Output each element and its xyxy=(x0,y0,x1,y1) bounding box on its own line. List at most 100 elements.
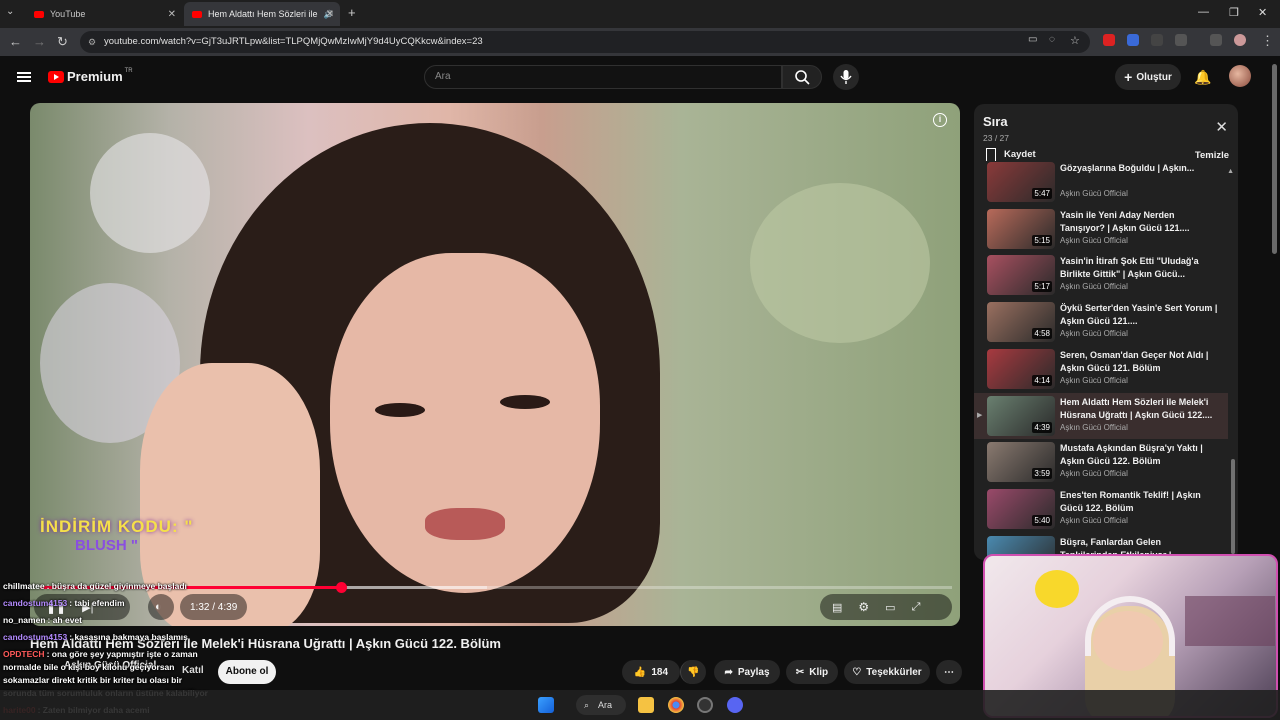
discord-icon[interactable] xyxy=(727,697,743,713)
queue-item[interactable]: 5:47 Gözyaşlarına Boğuldu | Aşkın... Aşkın… xyxy=(974,159,1228,205)
extensions-puzzle-icon[interactable] xyxy=(1175,34,1187,46)
queue-item[interactable]: 5:17 Yasin'in İtirafı Şok Etti "Uludağ'a … xyxy=(974,252,1228,298)
info-icon[interactable]: i xyxy=(933,113,947,127)
site-info-icon[interactable]: ⚙ xyxy=(88,31,96,53)
search-icon: ⌕ xyxy=(584,700,590,710)
queue-item[interactable]: 5:15 Yasin ile Yeni Aday Nerden Tanışıyor… xyxy=(974,206,1228,252)
queue-item[interactable]: 5:40 Enes'ten Romantik Teklif! | Aşkın Gü… xyxy=(974,486,1228,532)
queue-item[interactable]: 3:59 Mustafa Aşkından Büşra'yı Yaktı | Aş… xyxy=(974,439,1228,485)
thumbs-up-icon: 👍 xyxy=(633,666,647,678)
tab-youtube[interactable]: YouTube ✕ xyxy=(26,2,182,26)
restore-icon[interactable]: ❐ xyxy=(1229,6,1239,19)
like-button[interactable]: 👍 184 xyxy=(622,660,680,684)
queue-scrollbar[interactable] xyxy=(1231,459,1235,554)
windows-start-icon[interactable] xyxy=(538,697,554,713)
scrubber-handle[interactable] xyxy=(335,582,347,593)
queue-thumbnail[interactable]: 5:17 xyxy=(987,255,1055,296)
extension-ublock-icon[interactable] xyxy=(1151,34,1163,46)
minimize-icon[interactable]: — xyxy=(1198,6,1209,18)
tab-video[interactable]: Hem Aldattı Hem Sözleri ile 🔊 ✕ xyxy=(184,2,340,26)
forward-icon[interactable]: → xyxy=(33,34,46,49)
taskbar-search[interactable]: ⌕ Ara xyxy=(576,695,626,715)
queue-thumbnail[interactable]: 5:15 xyxy=(987,208,1055,249)
queue-item-title: Seren, Osman'dan Geçer Not Aldı | Aşkın … xyxy=(1060,349,1209,373)
obs-icon[interactable] xyxy=(697,697,713,713)
youtube-play-logo-icon xyxy=(48,70,64,83)
profile-avatar-icon[interactable] xyxy=(1234,34,1246,46)
notifications-bell-icon[interactable]: 🔔 xyxy=(1194,69,1211,86)
queue-item-title: Mustafa Aşkından Büşra'yı Yaktı | Aşkın … xyxy=(1060,443,1203,467)
create-button[interactable]: + Oluştur xyxy=(1115,64,1181,90)
cast-icon[interactable]: ▭ xyxy=(1028,34,1037,45)
account-avatar[interactable] xyxy=(1229,65,1251,87)
address-bar[interactable]: ⚙ youtube.com/watch?v=GjT3uJRTLpw&list=T… xyxy=(80,31,1090,53)
page-scrollbar[interactable] xyxy=(1272,64,1277,254)
background-foliage xyxy=(750,183,930,343)
menu-icon[interactable] xyxy=(17,72,31,82)
url-text: youtube.com/watch?v=GjT3uJRTLpw&list=TLP… xyxy=(104,36,483,47)
browser-menu-icon[interactable]: ⋮ xyxy=(1261,33,1274,49)
share-label: Paylaş xyxy=(737,666,770,678)
tab-label: Hem Aldattı Hem Sözleri ile xyxy=(208,9,318,19)
file-explorer-icon[interactable] xyxy=(638,697,654,713)
extension-record-icon[interactable] xyxy=(1103,34,1115,46)
new-tab-icon[interactable]: + xyxy=(348,5,356,20)
queue-list: 5:47 Gözyaşlarına Boğuldu | Aşkın... Aşkın… xyxy=(974,162,1238,560)
search-input[interactable]: Ara xyxy=(424,65,782,89)
close-tab-icon[interactable]: ✕ xyxy=(168,9,176,20)
queue-item-title: Yasin'in İtirafı Şok Etti "Uludağ'a Birl… xyxy=(1060,256,1199,280)
reading-list-icon[interactable] xyxy=(1210,34,1222,46)
close-window-icon[interactable]: ✕ xyxy=(1258,6,1267,19)
theater-mode-icon[interactable]: ▭ xyxy=(885,601,895,614)
queue-thumbnail[interactable]: 4:39 xyxy=(987,395,1055,436)
settings-gear-icon[interactable]: ⚙ xyxy=(858,600,869,614)
search-button[interactable] xyxy=(782,65,822,89)
fullscreen-icon[interactable]: ⤢ xyxy=(912,601,921,614)
video-person-eye xyxy=(500,395,550,409)
queue-item[interactable]: ▶ 4:39 Hem Aldattı Hem Sözleri ile Melek'i… xyxy=(974,392,1228,439)
close-tab-icon[interactable]: ✕ xyxy=(326,9,334,20)
join-button[interactable]: Katıl xyxy=(182,665,204,676)
hide-icon[interactable]: ◌ xyxy=(1049,34,1055,45)
plus-icon: + xyxy=(1124,69,1133,85)
voice-search-button[interactable] xyxy=(833,64,859,90)
chrome-icon[interactable] xyxy=(668,697,684,713)
player-right-controls: ▤ ⚙ ▭ ⤢ xyxy=(820,594,952,620)
chat-message: no_namen: ah evet xyxy=(3,615,82,625)
queue-item-channel: Aşkın Gücü Official xyxy=(1060,329,1128,339)
captions-icon[interactable]: ▤ xyxy=(832,601,842,614)
chat-text: normalde bile o kişi boy kilonu geçiyors… xyxy=(3,662,175,672)
search-icon xyxy=(795,70,810,85)
clip-label: Klip xyxy=(809,666,829,678)
tab-list-icon[interactable]: ⌄ xyxy=(6,6,14,17)
queue-item-channel: Aşkın Gücü Official xyxy=(1060,375,1128,385)
queue-thumbnail[interactable]: 5:47 xyxy=(987,162,1055,202)
back-icon[interactable]: ← xyxy=(9,34,22,49)
queue-thumbnail[interactable]: 3:59 xyxy=(987,442,1055,483)
duration-badge: 5:17 xyxy=(1032,281,1052,293)
queue-item[interactable]: 4:58 Öykü Serter'den Yasin'e Sert Yorum |… xyxy=(974,299,1228,345)
youtube-premium-logo[interactable]: Premium TR xyxy=(48,68,133,84)
queue-thumbnail[interactable]: 5:40 xyxy=(987,488,1055,529)
close-queue-icon[interactable]: ✕ xyxy=(1215,118,1228,136)
queue-item-title: Öykü Serter'den Yasin'e Sert Yorum | Aşk… xyxy=(1060,303,1218,327)
scroll-up-icon[interactable]: ▲ xyxy=(1227,168,1234,175)
queue-thumbnail[interactable]: 4:58 xyxy=(987,302,1055,343)
chat-username: chillmatee xyxy=(3,581,45,591)
subscribe-button[interactable]: Abone ol xyxy=(218,660,276,684)
more-actions-button[interactable]: ⋯ xyxy=(936,660,962,684)
bookmark-star-icon[interactable]: ☆ xyxy=(1070,34,1080,47)
video-person-eye xyxy=(375,403,425,417)
dislike-button[interactable]: 👎 xyxy=(680,660,706,684)
share-button[interactable]: ➦ Paylaş xyxy=(714,660,780,684)
video-player[interactable] xyxy=(30,103,960,626)
chat-message: normalde bile o kişi boy kilonu geçiyors… xyxy=(3,662,174,672)
volume-button[interactable]: ◐ xyxy=(148,594,174,620)
queue-item[interactable]: 4:14 Seren, Osman'dan Geçer Not Aldı | Aş… xyxy=(974,346,1228,392)
clip-button[interactable]: ✂ Klip xyxy=(786,660,838,684)
chat-text: : kasasına bakmaya başlamış xyxy=(69,632,188,642)
reload-icon[interactable]: ↻ xyxy=(57,34,68,50)
queue-thumbnail[interactable]: 4:14 xyxy=(987,348,1055,389)
extension-translate-icon[interactable] xyxy=(1127,34,1139,46)
thanks-button[interactable]: ♡ Teşekkürler xyxy=(844,660,930,684)
